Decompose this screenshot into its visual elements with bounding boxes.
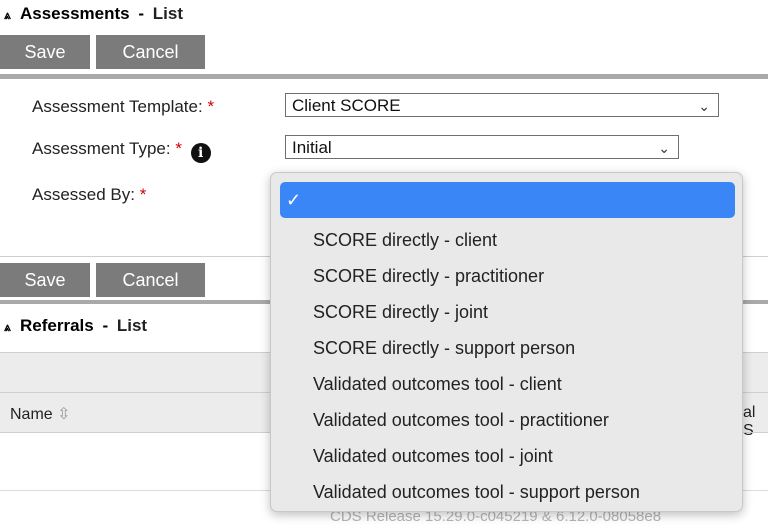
cancel-button-bottom[interactable]: Cancel bbox=[96, 263, 205, 297]
dropdown-item[interactable]: SCORE directly - client bbox=[313, 228, 497, 252]
assessment-template-label: Assessment Template: * bbox=[32, 97, 215, 116]
required-marker: * bbox=[207, 97, 215, 116]
collapse-chevron-icon[interactable]: ⩓ bbox=[4, 8, 20, 23]
referrals-header: ⩓ Referrals - List bbox=[4, 316, 147, 336]
assessments-list-link[interactable]: List bbox=[153, 4, 183, 23]
checkmark-icon: ✓ bbox=[286, 190, 302, 210]
assessed-by-label: Assessed By: * bbox=[32, 185, 147, 204]
assessment-type-select[interactable]: Initial ⌄ bbox=[285, 135, 679, 159]
collapse-chevron-icon[interactable]: ⩓ bbox=[4, 320, 20, 335]
save-button-bottom[interactable]: Save bbox=[0, 263, 90, 297]
assessed-by-dropdown-menu[interactable]: ✓ SCORE directly - client SCORE directly… bbox=[270, 172, 743, 512]
sort-icon[interactable]: ⇳ bbox=[57, 406, 70, 423]
info-icon[interactable]: i bbox=[190, 143, 211, 163]
dropdown-item[interactable]: SCORE directly - support person bbox=[313, 336, 575, 360]
referrals-title: Referrals bbox=[20, 316, 94, 335]
dropdown-item[interactable]: Validated outcomes tool - joint bbox=[313, 444, 553, 468]
referrals-list-link[interactable]: List bbox=[117, 316, 147, 335]
save-button[interactable]: Save bbox=[0, 35, 90, 69]
chevron-down-icon: ⌄ bbox=[698, 98, 710, 114]
assessments-title: Assessments bbox=[20, 4, 130, 23]
cancel-button[interactable]: Cancel bbox=[96, 35, 205, 69]
required-marker: * bbox=[139, 185, 147, 204]
assessment-type-label: Assessment Type: * i bbox=[32, 139, 211, 163]
dropdown-item-selected[interactable]: ✓ bbox=[280, 182, 735, 218]
section-divider bbox=[0, 74, 768, 79]
column-header-name[interactable]: Name ⇳ bbox=[10, 404, 71, 424]
dropdown-item[interactable]: SCORE directly - practitioner bbox=[313, 264, 544, 288]
dropdown-item[interactable]: Validated outcomes tool - practitioner bbox=[313, 408, 609, 432]
required-marker: * bbox=[175, 139, 182, 158]
dropdown-item[interactable]: SCORE directly - joint bbox=[313, 300, 488, 324]
column-header-partial[interactable]: al S bbox=[743, 404, 768, 440]
dropdown-item[interactable]: Validated outcomes tool - support person bbox=[313, 480, 640, 504]
header-separator: - bbox=[102, 316, 109, 335]
chevron-down-icon: ⌄ bbox=[658, 140, 670, 156]
dropdown-item[interactable]: Validated outcomes tool - client bbox=[313, 372, 562, 396]
header-separator: - bbox=[138, 4, 145, 23]
assessments-header: ⩓ Assessments - List bbox=[4, 4, 183, 24]
assessment-template-select[interactable]: Client SCORE ⌄ bbox=[285, 93, 719, 117]
